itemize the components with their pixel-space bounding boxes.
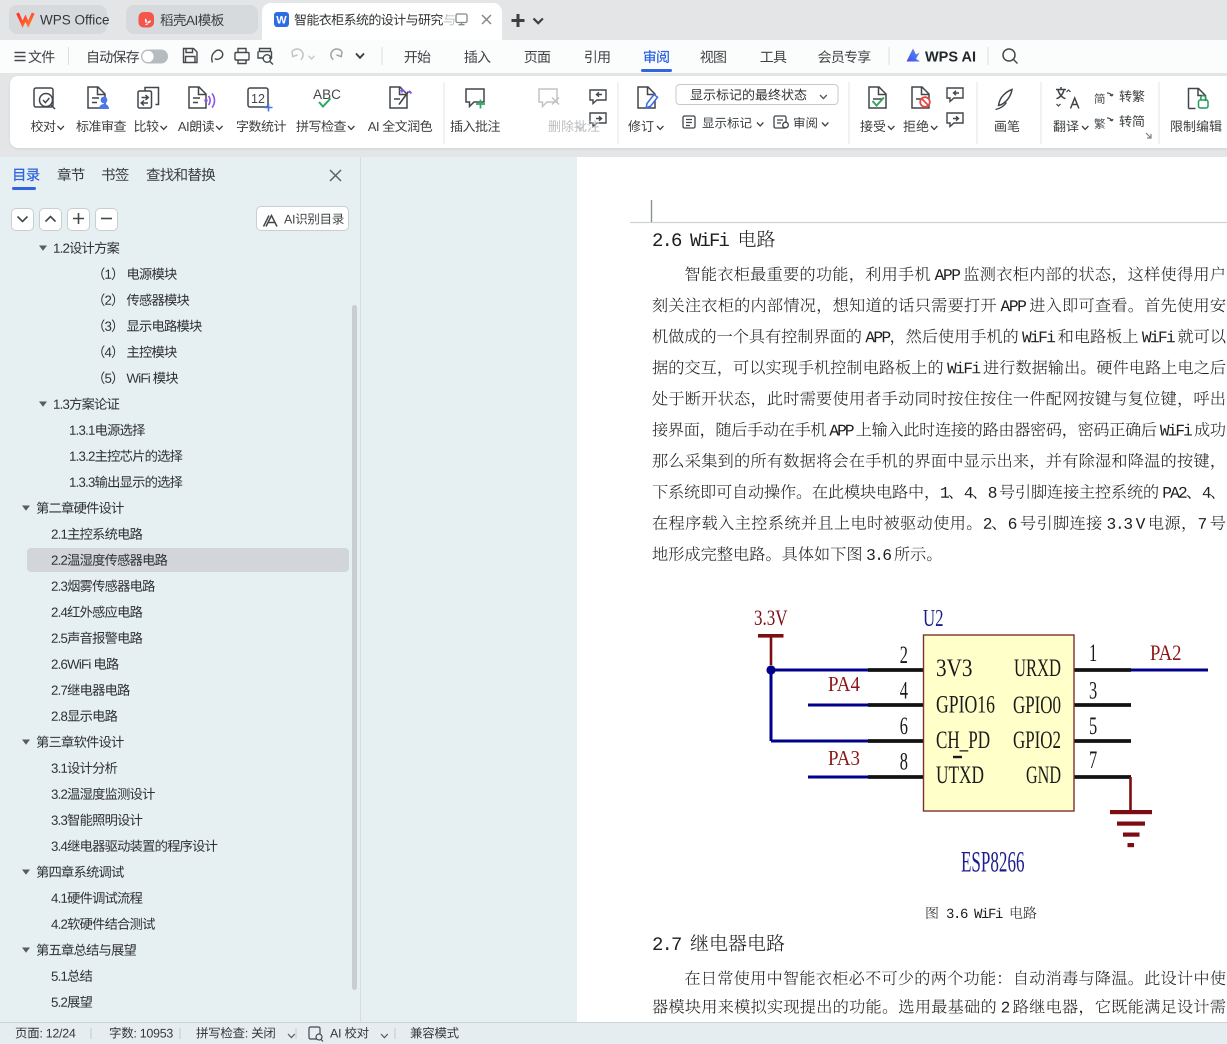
svg-text:U2: U2 (923, 606, 944, 632)
svg-text:GPIO2: GPIO2 (1013, 727, 1061, 754)
svg-text:GPIO16: GPIO16 (936, 692, 995, 719)
svg-text:3V3: 3V3 (936, 655, 973, 682)
svg-text:7: 7 (1089, 747, 1097, 774)
svg-text:ESP8266: ESP8266 (961, 846, 1025, 879)
svg-text:PA3: PA3 (828, 746, 860, 770)
svg-text:W: W (276, 15, 287, 27)
svg-text:URXD: URXD (1014, 655, 1061, 682)
svg-text:WPS Office: WPS Office (40, 13, 110, 28)
svg-text:GND: GND (1026, 762, 1061, 789)
svg-text:6: 6 (900, 713, 908, 740)
svg-text:2: 2 (900, 642, 908, 669)
svg-text:UTXD: UTXD (936, 762, 984, 789)
svg-text:WPS AI: WPS AI (925, 50, 976, 66)
svg-text:3.3V: 3.3V (754, 605, 788, 630)
svg-text:1: 1 (1089, 640, 1097, 667)
svg-text:4: 4 (900, 678, 909, 705)
svg-text:PA4: PA4 (828, 672, 860, 696)
svg-text:ABC: ABC (313, 87, 341, 102)
svg-text:8: 8 (900, 749, 908, 776)
svg-text:PA2: PA2 (1150, 640, 1182, 665)
svg-text:CH_PD: CH_PD (936, 727, 990, 754)
svg-text:12: 12 (251, 92, 265, 106)
svg-text:3: 3 (1089, 678, 1097, 705)
svg-text:5: 5 (1089, 713, 1097, 740)
svg-text:GPIO0: GPIO0 (1013, 692, 1061, 719)
